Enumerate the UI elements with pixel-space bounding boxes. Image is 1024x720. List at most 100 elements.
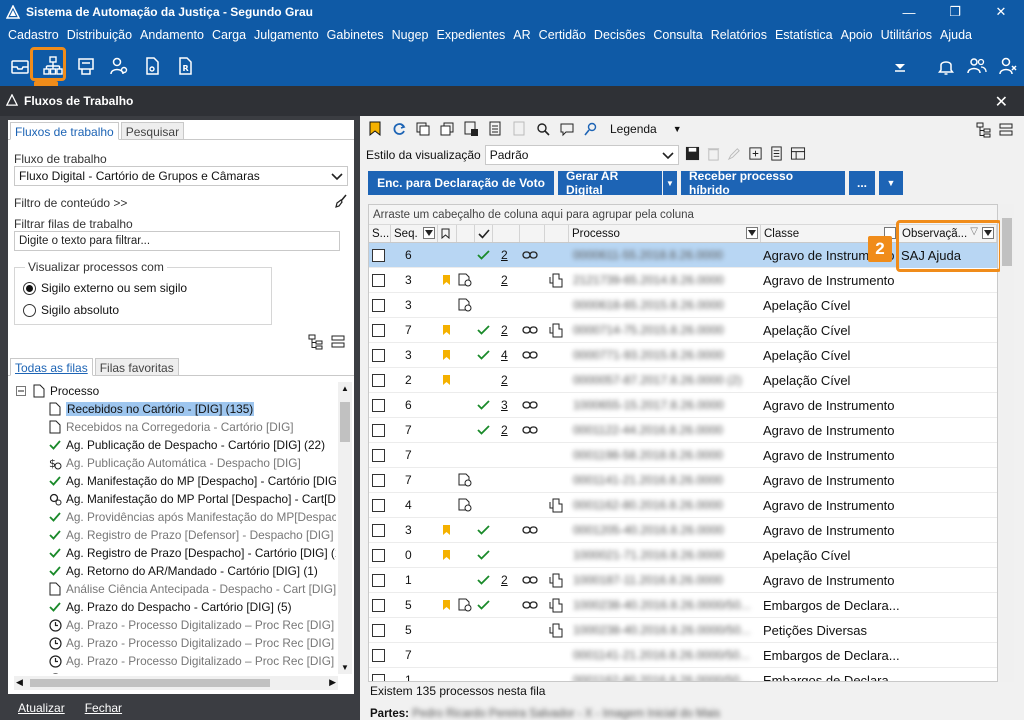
count-link[interactable]: 2 xyxy=(501,273,508,287)
menu-item-10[interactable]: Decisões xyxy=(590,28,649,42)
legend-dropdown-icon[interactable]: ▼ xyxy=(673,124,682,134)
count-link[interactable]: 3 xyxy=(501,398,508,412)
row-checkbox[interactable] xyxy=(372,648,385,662)
content-filter-toggle[interactable]: Filtro de conteúdo >> xyxy=(8,196,133,210)
legend-label[interactable]: Legenda xyxy=(610,122,657,136)
observation-cell[interactable] xyxy=(899,418,997,443)
observation-cell[interactable] xyxy=(899,668,997,682)
tree-item[interactable]: Recebidos na Corregedoria - Cartório [DI… xyxy=(14,418,336,436)
collapse-all-icon[interactable] xyxy=(998,122,1014,141)
row-checkbox[interactable] xyxy=(372,273,385,287)
table-row[interactable]: 5 1000238-40.2016.8.26.0000/50... Embargos… xyxy=(369,593,997,618)
col-header-seq[interactable]: Seq. xyxy=(391,225,438,242)
observation-cell[interactable] xyxy=(899,468,997,493)
tree-item[interactable]: $ Ag. Publicação Automática - Despacho [D… xyxy=(14,454,336,472)
process-number[interactable]: 0001198-58.2018.8.26.0000 xyxy=(573,448,723,462)
tree-item[interactable]: Ag. Prazo - Processo Digitalizado – Proc… xyxy=(14,616,336,634)
col-header-flag[interactable] xyxy=(438,225,457,242)
table-row[interactable]: 7 0001141-21.2016.8.26.0000 Agravo de Inst… xyxy=(369,468,997,493)
row-checkbox[interactable] xyxy=(372,473,385,487)
pin-icon[interactable] xyxy=(582,120,600,138)
tree-item[interactable]: Ag. Prazo - Processo Digitalizado – Proc… xyxy=(14,652,336,670)
tree-item[interactable]: Análise Ciência Antecipada - Despacho - … xyxy=(14,580,336,598)
print-button[interactable] xyxy=(70,50,102,82)
menu-item-15[interactable]: Utilitários xyxy=(877,28,936,42)
observation-cell[interactable] xyxy=(899,618,997,643)
process-number[interactable]: 1000187-11.2016.8.26.0000 xyxy=(573,573,723,587)
more-actions-button[interactable]: ... xyxy=(849,171,875,195)
count-link[interactable]: 2 xyxy=(501,423,508,437)
menu-item-5[interactable]: Gabinetes xyxy=(323,28,388,42)
table-row[interactable]: 1 2 1000187-11.2016.8.26.0000 Agravo de Ins… xyxy=(369,568,997,593)
menu-item-9[interactable]: Certidão xyxy=(535,28,590,42)
table-row[interactable]: 7 2 0000714-75.2015.8.26.0000 Apelação Cíve… xyxy=(369,318,997,343)
process-number[interactable]: 0000771-93.2015.8.26.0000 xyxy=(573,348,724,362)
table-row[interactable]: 3 0001205-40.2016.8.26.0000 Agravo de Inst… xyxy=(369,518,997,543)
filter-icon[interactable] xyxy=(746,227,758,239)
copy-in-icon[interactable] xyxy=(414,120,432,138)
copy-out-icon[interactable] xyxy=(438,120,456,138)
tree-item[interactable]: Ag. Providências após Manifestação do MP… xyxy=(14,508,336,526)
col-header-link[interactable] xyxy=(520,225,545,242)
close-panel-button[interactable]: Fechar xyxy=(85,701,122,715)
refresh-button[interactable]: Atualizar xyxy=(18,701,65,715)
table-row[interactable]: 6 3 1000655-15.2017.8.26.0000 Agravo de Ins… xyxy=(369,393,997,418)
tree-root[interactable]: Processo xyxy=(14,382,336,400)
table-row[interactable]: 7 0001141-21.2016.8.26.0000/50... Embargos… xyxy=(369,643,997,668)
observation-cell[interactable] xyxy=(899,393,997,418)
row-checkbox[interactable] xyxy=(372,423,385,437)
radio-external[interactable] xyxy=(23,281,36,295)
switch-user-button[interactable] xyxy=(993,50,1023,82)
table-row[interactable]: 2 2 0000057-87.2017.8.26.0000 (2) Apelação … xyxy=(369,368,997,393)
declaration-vote-button[interactable]: Enc. para Declaração de Voto xyxy=(368,171,554,195)
actions-menu-button[interactable]: ▼ xyxy=(879,171,903,195)
menu-item-7[interactable]: Expedientes xyxy=(432,28,509,42)
tab-fluxos[interactable]: Fluxos de trabalho xyxy=(10,122,119,140)
view-style-select[interactable]: Padrão xyxy=(484,145,679,165)
row-checkbox[interactable] xyxy=(372,673,385,681)
observation-cell[interactable] xyxy=(899,568,997,593)
row-checkbox[interactable] xyxy=(372,623,385,637)
menu-item-12[interactable]: Relatórios xyxy=(707,28,771,42)
radio-absolute[interactable] xyxy=(23,303,36,317)
tab-pesquisar[interactable]: Pesquisar xyxy=(120,122,185,139)
comment-icon[interactable] xyxy=(558,120,576,138)
table-row[interactable]: 4 0001162-80.2016.8.26.0000 Agravo de Inst… xyxy=(369,493,997,518)
tree-item[interactable]: Ag. Manifestação do MP [Despacho] - Cart… xyxy=(14,472,336,490)
broom-icon[interactable] xyxy=(334,194,348,211)
tree-scroll-thumb[interactable] xyxy=(340,402,350,442)
save-icon[interactable] xyxy=(685,146,700,164)
process-number[interactable]: 0001122-44.2016.8.26.0000 xyxy=(573,423,723,437)
table-row[interactable]: 3 0000618-65.2015.8.26.0000 Apelação Cível xyxy=(369,293,997,318)
process-number[interactable]: 1000021-71.2016.8.26.0000 xyxy=(573,548,724,562)
document-lock-button[interactable] xyxy=(136,50,168,82)
report-icon[interactable] xyxy=(769,146,784,164)
table-row[interactable]: 1 0001162-80.2016.8.26.0000/50... Embargos… xyxy=(369,668,997,682)
tree-item[interactable]: Ag. Manifestação do MP Portal [Despacho]… xyxy=(14,490,336,508)
menu-item-16[interactable]: Ajuda xyxy=(936,28,976,42)
process-number[interactable]: 0000618-65.2015.8.26.0000 xyxy=(573,298,724,312)
col-header-s[interactable]: S... xyxy=(369,225,391,242)
menu-item-13[interactable]: Estatística xyxy=(771,28,837,42)
collapse-tree-icon[interactable] xyxy=(330,334,346,353)
menu-item-3[interactable]: Carga xyxy=(208,28,250,42)
col-header-count[interactable] xyxy=(493,225,520,242)
tree-item[interactable]: Ag. Prazo - Processo Digitalizado – Proc… xyxy=(14,634,336,652)
search-doc-icon[interactable] xyxy=(534,120,552,138)
export-icon[interactable] xyxy=(748,146,763,164)
row-checkbox[interactable] xyxy=(372,523,385,537)
row-checkbox[interactable] xyxy=(372,373,385,387)
document-lock-icon[interactable] xyxy=(462,120,480,138)
count-link[interactable]: 2 xyxy=(501,373,508,387)
row-checkbox[interactable] xyxy=(372,548,385,562)
flow-select[interactable]: Fluxo Digital - Cartório de Grupos e Câm… xyxy=(14,166,348,186)
scroll-down-icon[interactable]: ▼ xyxy=(341,663,349,672)
observation-cell[interactable] xyxy=(899,493,997,518)
count-link[interactable]: 2 xyxy=(501,573,508,587)
queue-filter-input[interactable] xyxy=(14,231,340,251)
tree-item[interactable]: Ag. Prazo - Processo Digitalizado – Proc… xyxy=(14,670,336,674)
tab-all-queues[interactable]: Todas as filas xyxy=(10,358,93,376)
scroll-left-icon[interactable]: ◀ xyxy=(16,677,23,688)
receive-hybrid-button[interactable]: Receber processo híbrido xyxy=(681,169,845,197)
document-r-button[interactable]: R xyxy=(169,50,201,82)
